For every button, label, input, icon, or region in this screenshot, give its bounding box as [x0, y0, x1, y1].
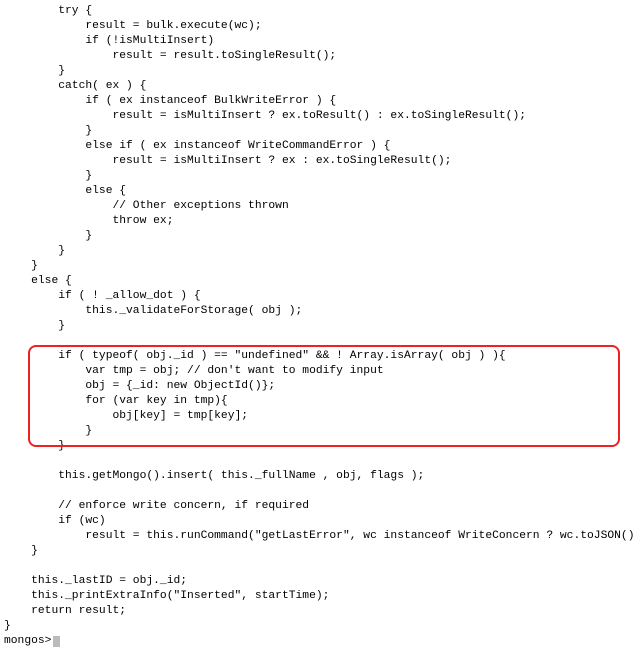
code-line: if (wc) — [4, 515, 106, 527]
code-line: } — [4, 65, 65, 77]
code-line: throw ex; — [4, 215, 173, 227]
code-block: try { result = bulk.execute(wc); if (!is… — [0, 0, 640, 653]
code-line: } — [4, 620, 11, 632]
code-line: if ( ! _allow_dot ) { — [4, 290, 201, 302]
code-line: else if ( ex instanceof WriteCommandErro… — [4, 140, 390, 152]
code-line: // enforce write concern, if required — [4, 500, 309, 512]
code-line: else { — [4, 275, 72, 287]
code-line: if ( ex instanceof BulkWriteError ) { — [4, 95, 336, 107]
code-line: obj = {_id: new ObjectId()}; — [4, 380, 275, 392]
code-line: } — [4, 245, 65, 257]
code-line: result = this.runCommand("getLastError",… — [4, 530, 640, 542]
code-line: // Other exceptions thrown — [4, 200, 289, 212]
code-line: if ( typeof( obj._id ) == "undefined" &&… — [4, 350, 506, 362]
code-line: var tmp = obj; // don't want to modify i… — [4, 365, 384, 377]
code-line: this._printExtraInfo("Inserted", startTi… — [4, 590, 329, 602]
code-line: this._validateForStorage( obj ); — [4, 305, 302, 317]
code-line: return result; — [4, 605, 126, 617]
code-line: else { — [4, 185, 126, 197]
code-line: } — [4, 260, 38, 272]
code-line: this.getMongo().insert( this._fullName ,… — [4, 470, 424, 482]
code-line: } — [4, 440, 65, 452]
cursor-icon — [53, 636, 60, 647]
code-line: try { — [4, 5, 92, 17]
code-line: result = result.toSingleResult(); — [4, 50, 336, 62]
code-line: if (!isMultiInsert) — [4, 35, 214, 47]
code-line: result = isMultiInsert ? ex : ex.toSingl… — [4, 155, 451, 167]
code-line: } — [4, 230, 92, 242]
code-line: } — [4, 320, 65, 332]
code-line: obj[key] = tmp[key]; — [4, 410, 248, 422]
code-line: for (var key in tmp){ — [4, 395, 228, 407]
code-line: } — [4, 170, 92, 182]
prompt-line[interactable]: mongos> — [4, 635, 51, 647]
code-line: } — [4, 125, 92, 137]
code-line: } — [4, 425, 92, 437]
code-line: this._lastID = obj._id; — [4, 575, 187, 587]
code-line: } — [4, 545, 38, 557]
code-line: result = isMultiInsert ? ex.toResult() :… — [4, 110, 526, 122]
code-line: result = bulk.execute(wc); — [4, 20, 262, 32]
code-line: catch( ex ) { — [4, 80, 146, 92]
